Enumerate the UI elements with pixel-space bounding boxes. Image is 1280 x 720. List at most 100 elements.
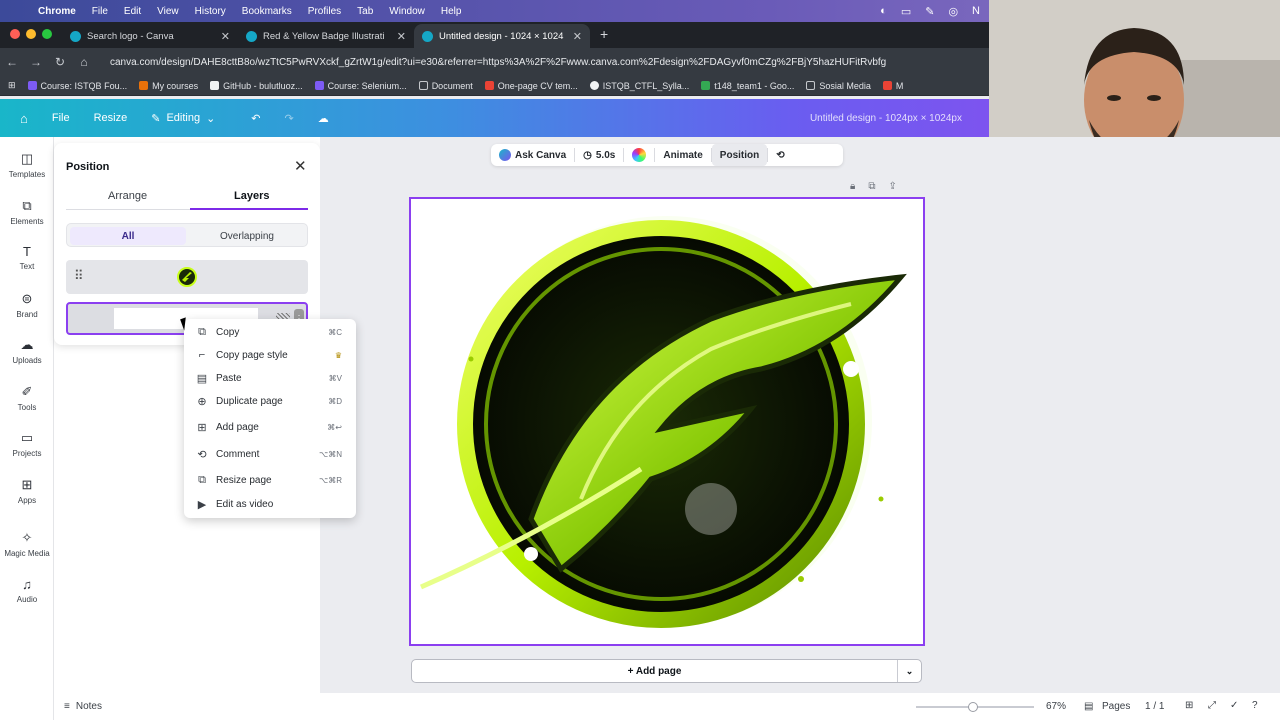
ask-canva-button[interactable]: Ask Canva bbox=[491, 144, 574, 166]
filter-overlapping[interactable]: Overlapping bbox=[188, 227, 306, 245]
notes-icon[interactable]: ≡ bbox=[64, 701, 70, 712]
bookmark-item[interactable]: Course: ISTQB Fou... bbox=[27, 81, 127, 91]
back-icon[interactable]: ← bbox=[0, 55, 24, 69]
menu-view[interactable]: View bbox=[149, 6, 187, 17]
bookmark-item[interactable]: My courses bbox=[139, 81, 198, 91]
rail-magic-media[interactable]: ✧ Magic Media bbox=[0, 530, 54, 558]
pages-icon[interactable]: ▤ bbox=[1084, 701, 1093, 712]
filter-all[interactable]: All bbox=[70, 227, 186, 245]
browser-tab[interactable]: Red & Yellow Badge Illustrati ✕ bbox=[238, 24, 414, 48]
magic-media-icon: ✧ bbox=[21, 530, 33, 545]
bookmark-item[interactable]: Course: Selenium... bbox=[314, 81, 407, 91]
status-icon[interactable]: ◎ bbox=[948, 5, 958, 18]
add-comment-button[interactable]: ⟲ bbox=[768, 144, 792, 166]
bookmark-folder[interactable]: Sosial Media bbox=[806, 81, 871, 91]
rail-tools[interactable]: ✐ Tools bbox=[0, 384, 54, 412]
zoom-window-button[interactable] bbox=[42, 29, 52, 39]
url-field[interactable]: canva.com/design/DAHE8cttB8o/wzTtC5PwRVX… bbox=[110, 57, 960, 68]
menu-tab[interactable]: Tab bbox=[349, 6, 381, 17]
undo-button[interactable]: ↶ bbox=[227, 112, 272, 125]
menu-item-resize-page[interactable]: ⧉ Resize page ⌥⌘R bbox=[184, 469, 356, 491]
apps-icon: ⊞ bbox=[21, 477, 33, 492]
home-icon[interactable]: ⌂ bbox=[72, 55, 96, 69]
duration-button[interactable]: ◷ 5.0s bbox=[575, 144, 623, 166]
bookmark-folder[interactable]: Document bbox=[418, 81, 473, 91]
menu-item-copy-page-style[interactable]: ⌐ Copy page style ♛ bbox=[184, 344, 356, 366]
menu-item-paste[interactable]: ▤ Paste ⌘V bbox=[184, 367, 356, 389]
lock-icon[interactable]: 🔒︎ bbox=[850, 181, 855, 192]
rail-projects[interactable]: ▭ Projects bbox=[0, 430, 54, 458]
add-page-button[interactable]: + Add page bbox=[412, 666, 897, 677]
new-tab-button[interactable]: + bbox=[590, 26, 618, 48]
rail-apps[interactable]: ⊞ Apps bbox=[0, 477, 54, 505]
rail-templates[interactable]: ◫ Templates bbox=[0, 151, 54, 179]
reload-icon[interactable]: ↻ bbox=[48, 55, 72, 69]
menu-help[interactable]: Help bbox=[433, 6, 470, 17]
minimize-window-button[interactable] bbox=[26, 29, 36, 39]
status-icon[interactable]: ✎ bbox=[925, 5, 934, 18]
forward-icon[interactable]: → bbox=[24, 55, 48, 69]
close-icon[interactable]: ✕ bbox=[294, 157, 307, 175]
bookmark-item[interactable]: M bbox=[882, 81, 903, 91]
layer-item-logo[interactable]: ⠿ bbox=[66, 260, 308, 294]
drag-handle-icon[interactable]: ⠿ bbox=[74, 268, 84, 284]
status-icon[interactable]: N bbox=[972, 5, 980, 17]
file-menu-button[interactable]: File bbox=[40, 112, 82, 124]
apps-grid-icon[interactable]: ⊞ bbox=[8, 80, 16, 91]
editing-mode-button[interactable]: ✎ Editing ⌄ bbox=[139, 112, 227, 125]
tab-layers[interactable]: Layers bbox=[234, 190, 269, 202]
rail-text[interactable]: T Text bbox=[0, 244, 54, 271]
duplicate-page-icon[interactable]: ⧉ bbox=[868, 181, 875, 192]
redo-button[interactable]: ↷ bbox=[273, 112, 306, 125]
close-tab-icon[interactable]: ✕ bbox=[221, 30, 230, 43]
fullscreen-icon[interactable]: ⤢ bbox=[1208, 700, 1216, 711]
close-window-button[interactable] bbox=[10, 29, 20, 39]
grid-view-icon[interactable]: ⊞ bbox=[1185, 700, 1193, 711]
menu-item-duplicate-page[interactable]: ⊕ Duplicate page ⌘D bbox=[184, 390, 356, 412]
position-button[interactable]: Position bbox=[711, 144, 768, 166]
browser-tab[interactable]: Search logo - Canva ✕ bbox=[62, 24, 238, 48]
share-page-icon[interactable]: ⇪ bbox=[888, 181, 896, 192]
status-icon[interactable]: ▭ bbox=[901, 5, 911, 18]
zoom-level[interactable]: 67% bbox=[1046, 701, 1066, 712]
menu-file[interactable]: File bbox=[84, 6, 116, 17]
check-icon[interactable]: ✓ bbox=[1230, 700, 1238, 711]
zoom-slider[interactable] bbox=[916, 702, 1034, 712]
tab-arrange[interactable]: Arrange bbox=[108, 190, 147, 202]
browser-tab-active[interactable]: Untitled design - 1024 × 1024 ✕ bbox=[414, 24, 590, 48]
animate-button[interactable]: Animate bbox=[655, 144, 710, 166]
cloud-sync-icon[interactable]: ☁ bbox=[306, 112, 341, 125]
chevron-down-icon[interactable]: ⌄ bbox=[897, 660, 921, 682]
rail-audio[interactable]: ♫ Audio bbox=[0, 577, 54, 604]
rail-elements[interactable]: ⧉ Elements bbox=[0, 198, 54, 226]
bookmark-item[interactable]: One-page CV tem... bbox=[484, 81, 578, 91]
close-tab-icon[interactable]: ✕ bbox=[573, 30, 582, 43]
menu-window[interactable]: Window bbox=[381, 6, 433, 17]
status-icon[interactable]: ◐ bbox=[880, 5, 887, 17]
resize-button[interactable]: Resize bbox=[82, 112, 140, 124]
color-button[interactable] bbox=[624, 144, 654, 166]
menu-item-comment[interactable]: ⟲ Comment ⌥⌘N bbox=[184, 443, 356, 465]
bookmark-item[interactable]: t148_team1 - Goo... bbox=[701, 81, 794, 91]
rail-brand[interactable]: ⊜ Brand bbox=[0, 291, 54, 319]
menu-item-edit-as-video[interactable]: ▶ Edit as video bbox=[184, 493, 356, 515]
menu-bookmarks[interactable]: Bookmarks bbox=[234, 6, 300, 17]
design-page[interactable] bbox=[409, 197, 925, 646]
close-tab-icon[interactable]: ✕ bbox=[397, 30, 406, 43]
pages-button[interactable]: Pages bbox=[1102, 701, 1130, 712]
document-title[interactable]: Untitled design - 1024px × 1024px bbox=[810, 113, 962, 124]
menu-edit[interactable]: Edit bbox=[116, 6, 149, 17]
menu-profiles[interactable]: Profiles bbox=[300, 6, 349, 17]
zoom-slider-handle[interactable] bbox=[968, 702, 978, 712]
menubar-app-name[interactable]: Chrome bbox=[30, 6, 84, 17]
menu-item-copy[interactable]: ⧉ Copy ⌘C bbox=[184, 321, 356, 343]
menu-history[interactable]: History bbox=[187, 6, 234, 17]
gaming-logo-image[interactable] bbox=[411, 199, 923, 644]
bookmark-item[interactable]: ISTQB_CTFL_Sylla... bbox=[589, 81, 689, 91]
home-button[interactable]: ⌂ bbox=[0, 111, 40, 126]
help-icon[interactable]: ? bbox=[1252, 700, 1258, 711]
bookmark-item[interactable]: GitHub - bulutluoz... bbox=[210, 81, 303, 91]
rail-uploads[interactable]: ☁ Uploads bbox=[0, 337, 54, 365]
notes-button[interactable]: Notes bbox=[76, 701, 102, 712]
menu-item-add-page[interactable]: ⊞ Add page ⌘↩ bbox=[184, 416, 356, 438]
